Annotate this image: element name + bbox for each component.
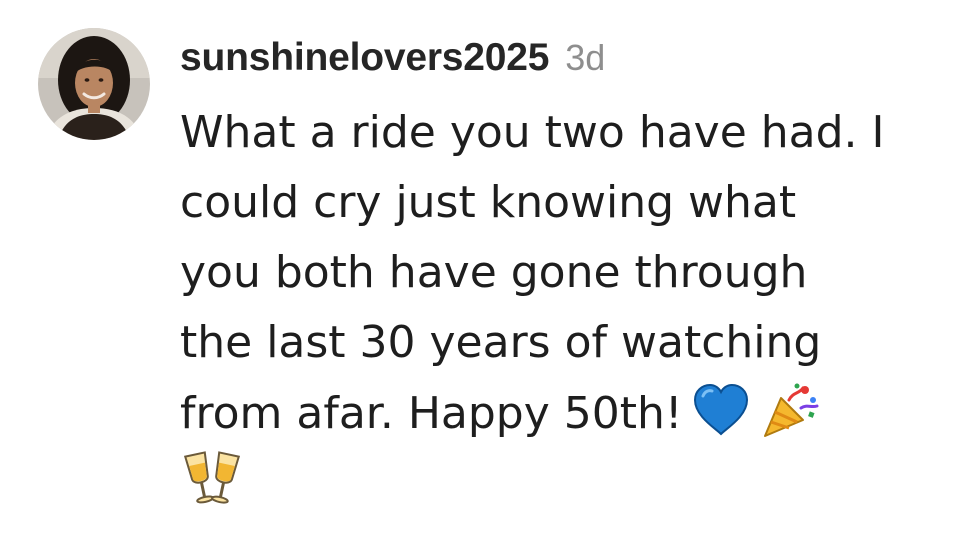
- comment-text: What a ride you two have had. I could cr…: [180, 98, 970, 518]
- comment-text-line: What a ride you two have had. I: [180, 107, 885, 158]
- comment-text-line: you both have gone through: [180, 247, 808, 298]
- comment-text-line-emoji: [180, 448, 970, 518]
- comment-text-line: the last 30 years of watching: [180, 317, 822, 368]
- comment-text-line-with-emoji: from afar. Happy 50th!: [180, 378, 970, 448]
- avatar[interactable]: [38, 28, 150, 140]
- comment-item: sunshinelovers2025 3d What a ride you tw…: [0, 0, 980, 548]
- username-link[interactable]: sunshinelovers2025: [180, 36, 549, 80]
- party-popper-icon: [759, 378, 823, 442]
- blue-heart-icon: [689, 378, 753, 442]
- comment-meta: sunshinelovers2025 3d: [180, 36, 970, 88]
- avatar-photo: [38, 28, 150, 140]
- clinking-glasses-icon: [180, 448, 244, 512]
- comment-text-line: could cry just knowing what: [180, 177, 797, 228]
- comment-text-segment: from afar. Happy 50th!: [180, 388, 683, 439]
- timestamp[interactable]: 3d: [565, 37, 605, 79]
- comment-body: sunshinelovers2025 3d What a ride you tw…: [180, 36, 970, 518]
